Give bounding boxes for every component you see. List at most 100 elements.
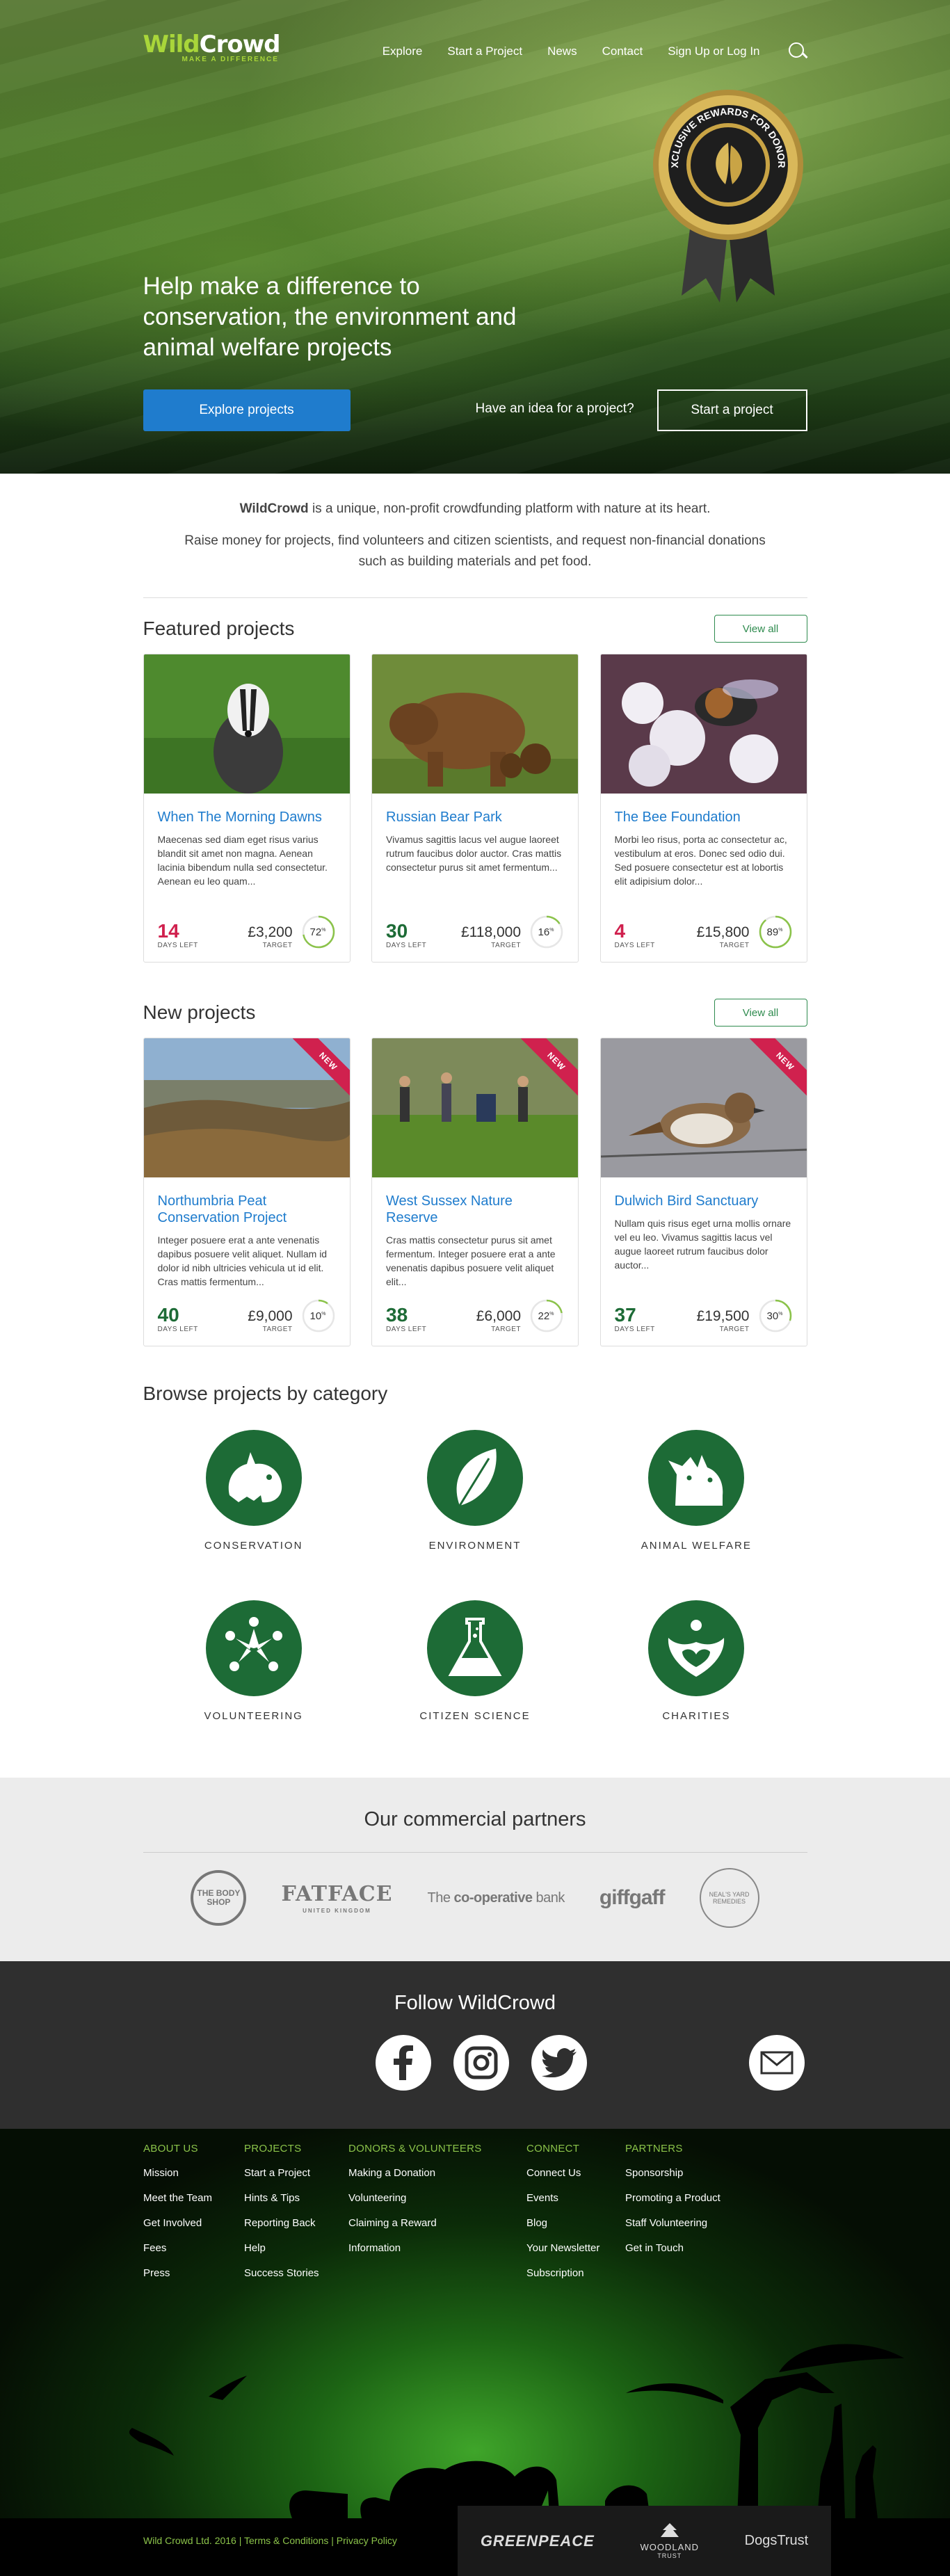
copyright-text[interactable]: Wild Crowd Ltd. 2016 | Terms & Condition… (143, 2535, 397, 2546)
footer-link[interactable]: Reporting Back (244, 2217, 348, 2229)
new-cards: NEW Northumbria Peat Conservation Projec… (143, 1038, 807, 1346)
target-label: TARGET (262, 942, 293, 949)
days-number: 38 (386, 1304, 408, 1326)
nav-explore[interactable]: Explore (383, 45, 423, 58)
coop-post: bank (532, 1890, 565, 1906)
category-volunteering[interactable]: VOLUNTEERING (143, 1600, 364, 1722)
coop-bold: co-operative (453, 1890, 533, 1906)
category-citizen-science[interactable]: CITIZEN SCIENCE (364, 1600, 586, 1722)
footer-link[interactable]: Connect Us (526, 2167, 625, 2179)
dogs-trust-logo[interactable]: DogsTrust (745, 2533, 809, 2549)
footer-link[interactable]: Sponsorship (625, 2167, 743, 2179)
footer-link[interactable]: Meet the Team (143, 2192, 244, 2204)
footer-link[interactable]: Fees (143, 2242, 244, 2254)
volunteers-image: NEW (372, 1038, 578, 1177)
twitter-icon[interactable] (531, 2035, 587, 2091)
bee-image (600, 654, 807, 794)
footer-link[interactable]: Information (348, 2242, 526, 2254)
target-amount: £118,000 TARGET (461, 924, 521, 949)
start-project-button[interactable]: Start a project (657, 389, 807, 431)
coop-bank-logo[interactable]: The co-operative bank (428, 1890, 565, 1906)
category-conservation[interactable]: CONSERVATION (143, 1430, 364, 1552)
footer-link[interactable]: Mission (143, 2167, 244, 2179)
project-card[interactable]: NEW Northumbria Peat Conservation Projec… (143, 1038, 351, 1346)
footer-link[interactable]: Staff Volunteering (625, 2217, 743, 2229)
footer-link[interactable]: Success Stories (244, 2267, 348, 2279)
project-card[interactable]: NEW Dulwich Bird Sanctuary Nullam quis r… (599, 1038, 807, 1346)
category-animal-welfare[interactable]: ANIMAL WELFARE (586, 1430, 807, 1552)
sparrow-image: NEW (600, 1038, 807, 1177)
card-desc: Vivamus sagittis lacus vel augue laoreet… (386, 834, 562, 873)
footer-link[interactable]: Subscription (526, 2267, 625, 2279)
nav-signup-login[interactable]: Sign Up or Log In (668, 45, 759, 58)
instagram-icon[interactable] (453, 2035, 509, 2091)
footer-link[interactable]: Promoting a Product (625, 2192, 743, 2204)
nav-start-project[interactable]: Start a Project (447, 45, 522, 58)
category-label: CITIZEN SCIENCE (419, 1710, 531, 1722)
days-label: DAYS LEFT (614, 942, 655, 949)
progress-percent: 10% (309, 1310, 325, 1322)
footer-link[interactable]: Claiming a Reward (348, 2217, 526, 2229)
featured-cards: When The Morning Dawns Maecenas sed diam… (143, 654, 807, 963)
category-charities[interactable]: CHARITIES (586, 1600, 807, 1722)
card-title[interactable]: The Bee Foundation (615, 809, 793, 826)
new-view-all-button[interactable]: View all (714, 999, 807, 1027)
footer-link[interactable]: Volunteering (348, 2192, 526, 2204)
project-card[interactable]: When The Morning Dawns Maecenas sed diam… (143, 654, 351, 963)
card-title[interactable]: Russian Bear Park (386, 809, 564, 826)
footer-link[interactable]: Help (244, 2242, 348, 2254)
progress-ring: 10% (302, 1299, 335, 1333)
footer-link[interactable]: Press (143, 2267, 244, 2279)
wildcrowd-logo[interactable]: WildCrowd MAKE A DIFFERENCE (143, 31, 281, 63)
card-title[interactable]: West Sussex Nature Reserve (386, 1193, 564, 1226)
explore-projects-button[interactable]: Explore projects (143, 389, 351, 431)
category-label: CHARITIES (662, 1710, 731, 1722)
card-title[interactable]: Northumbria Peat Conservation Project (158, 1193, 336, 1226)
partner-logos: THE BODY SHOP FATFACE UNITED KINGDOM The … (0, 1868, 950, 1928)
nav-news[interactable]: News (547, 45, 577, 58)
card-desc: Cras mattis consectetur purus sit amet f… (386, 1234, 556, 1287)
footer-link[interactable]: Your Newsletter (526, 2242, 625, 2254)
project-card[interactable]: The Bee Foundation Morbi leo risus, port… (599, 654, 807, 963)
category-environment[interactable]: ENVIRONMENT (364, 1430, 586, 1552)
neals-yard-logo[interactable]: NEAL'S YARD REMEDIES (699, 1868, 759, 1928)
days-left: 30 DAYS LEFT (386, 921, 427, 950)
facebook-icon[interactable] (376, 2035, 431, 2091)
email-icon[interactable] (749, 2035, 805, 2091)
footer-link[interactable]: Events (526, 2192, 625, 2204)
footer-link[interactable]: Start a Project (244, 2167, 348, 2179)
greenpeace-logo[interactable]: GREENPEACE (481, 2532, 595, 2550)
footer-link[interactable]: Hints & Tips (244, 2192, 348, 2204)
intro-line1-text: is a unique, non-profit crowdfunding pla… (308, 501, 711, 516)
project-card[interactable]: Russian Bear Park Vivamus sagittis lacus… (371, 654, 579, 963)
progress-percent: 30% (766, 1310, 782, 1322)
featured-view-all-button[interactable]: View all (714, 615, 807, 643)
project-card[interactable]: NEW West Sussex Nature Reserve Cras matt… (371, 1038, 579, 1346)
category-label: CONSERVATION (204, 1540, 303, 1552)
intro-line1: WildCrowd is a unique, non-profit crowdf… (143, 499, 807, 520)
footer-link[interactable]: Get Involved (143, 2217, 244, 2229)
footer-col-projects: PROJECTS Start a Project Hints & Tips Re… (244, 2143, 348, 2292)
giffgaff-logo[interactable]: giffgaff (599, 1886, 666, 1910)
woodland-trust-logo[interactable]: WOODLAND TRUST (640, 2522, 699, 2559)
footer-heading: CONNECT (526, 2143, 580, 2155)
heart-hands-icon (648, 1600, 745, 1696)
new-header: New projects View all (143, 996, 807, 1029)
footer-col-about: ABOUT US Mission Meet the Team Get Invol… (143, 2143, 244, 2292)
search-icon[interactable] (788, 42, 807, 61)
progress-ring: 89% (759, 915, 791, 949)
target-label: TARGET (262, 1326, 293, 1333)
days-label: DAYS LEFT (386, 942, 427, 949)
footer-link[interactable]: Making a Donation (348, 2167, 526, 2179)
nav-contact[interactable]: Contact (602, 45, 643, 58)
badger-image (143, 654, 350, 794)
footer-link[interactable]: Blog (526, 2217, 625, 2229)
footer-link[interactable]: Get in Touch (625, 2242, 743, 2254)
card-title[interactable]: When The Morning Dawns (158, 809, 336, 826)
fatface-logo[interactable]: FATFACE UNITED KINGDOM (281, 1882, 392, 1914)
days-left: 14 DAYS LEFT (158, 921, 198, 950)
card-stats: 14 DAYS LEFT £3,200 TARGET 72% (158, 915, 336, 949)
days-left: 38 DAYS LEFT (386, 1304, 426, 1334)
card-title[interactable]: Dulwich Bird Sanctuary (615, 1193, 793, 1209)
body-shop-logo[interactable]: THE BODY SHOP (191, 1870, 247, 1926)
